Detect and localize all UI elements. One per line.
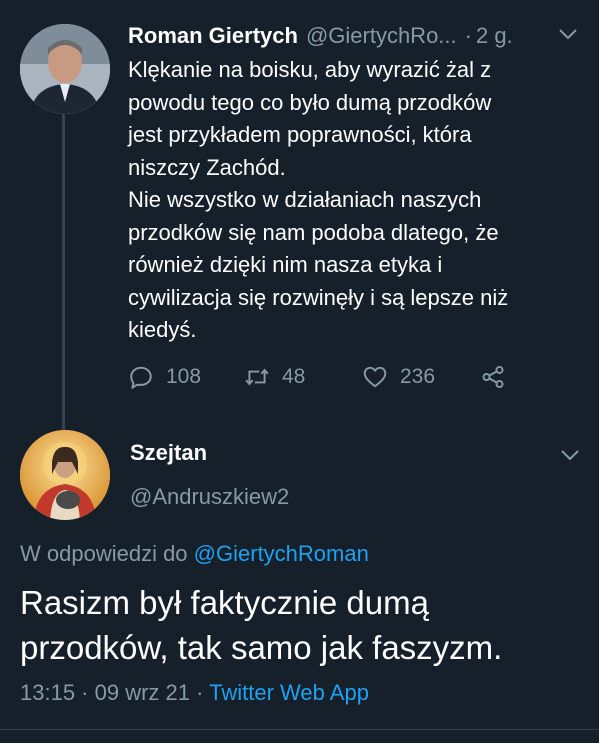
chevron-down-icon[interactable] — [556, 22, 580, 46]
reply-count: 108 — [166, 365, 202, 388]
thread-line — [62, 114, 65, 430]
retweet-icon — [245, 368, 269, 386]
reply-icon — [130, 366, 152, 389]
like-count: 236 — [400, 365, 436, 388]
separator: · — [464, 23, 472, 48]
share-icon — [482, 365, 504, 389]
like-icon — [363, 366, 387, 388]
retweet-count: 48 — [282, 365, 306, 388]
chevron-down-icon[interactable] — [558, 443, 582, 467]
tweet-text: Klękanie na boisku, aby wyrazić żal z po… — [128, 57, 509, 342]
reply-button[interactable]: 108 — [128, 360, 201, 394]
original-tweet[interactable]: Roman Giertych @GiertychRo... · 2 g. Klę… — [0, 0, 599, 430]
in-reply-prefix: W odpowiedzi do — [20, 541, 188, 566]
author-name[interactable]: Roman Giertych — [128, 23, 298, 49]
retweet-button[interactable]: 48 — [244, 360, 305, 394]
reply-author-handle[interactable]: @Andruszkiew2 — [130, 484, 289, 510]
in-reply-to: W odpowiedzi do @GiertychRoman — [20, 541, 369, 567]
tweet-actions: 108 48 236 — [128, 360, 588, 394]
avatar-roman-giertych[interactable] — [20, 24, 110, 114]
reply-timestamp[interactable]: 13:15 · 09 wrz 21 · — [20, 680, 203, 705]
tweet-header: Roman Giertych @GiertychRo... · 2 g. — [128, 20, 588, 52]
reply-text: Rasizm był faktycznie dumą przodków, tak… — [20, 580, 590, 670]
avatar-szejtan[interactable] — [20, 430, 110, 520]
reply-author-name[interactable]: Szejtan — [130, 440, 207, 466]
in-reply-handle-link[interactable]: @GiertychRoman — [194, 541, 369, 566]
divider — [0, 729, 599, 730]
tweet-time[interactable]: 2 g. — [476, 23, 513, 49]
source-link[interactable]: Twitter Web App — [209, 680, 369, 705]
author-handle[interactable]: @GiertychRo... — [306, 23, 457, 49]
reply-text-content: Rasizm był faktycznie dumą przodków, tak… — [20, 584, 503, 666]
like-button[interactable]: 236 — [362, 360, 435, 394]
tweet-meta: 13:15 · 09 wrz 21 · Twitter Web App — [20, 680, 369, 706]
share-button[interactable] — [480, 360, 518, 394]
